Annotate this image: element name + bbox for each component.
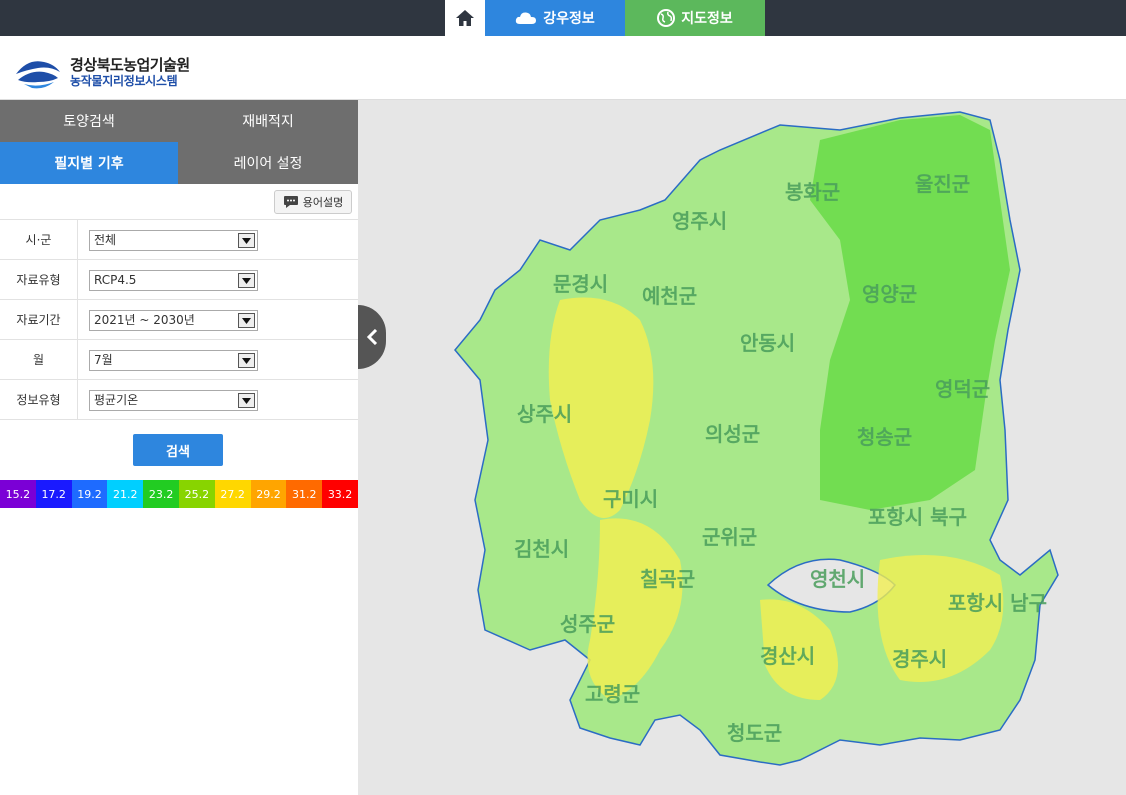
form-row-data-type: 자료유형 RCP4.5 bbox=[0, 260, 358, 300]
form-row-city: 시·군 전체 bbox=[0, 220, 358, 260]
period-select-value: 2021년 ~ 2030년 bbox=[94, 313, 195, 327]
chevron-down-icon bbox=[238, 273, 255, 288]
glossary-label: 용어설명 bbox=[302, 196, 344, 209]
legend-item: 31.2 bbox=[286, 480, 323, 508]
speech-bubble-icon bbox=[283, 196, 298, 208]
map-region-label: 안동시 bbox=[740, 331, 796, 355]
month-select[interactable]: 7월 bbox=[89, 350, 258, 371]
chevron-down-icon bbox=[238, 353, 255, 368]
legend-item: 17.2 bbox=[35, 480, 72, 508]
data-type-select-value: RCP4.5 bbox=[94, 273, 137, 287]
legend-item: 29.2 bbox=[250, 480, 287, 508]
logo-icon bbox=[16, 61, 60, 89]
map-region-label: 포항시 남구 bbox=[948, 591, 1047, 615]
map-view[interactable] bbox=[358, 100, 1126, 795]
home-button[interactable] bbox=[445, 0, 485, 36]
chevron-down-icon bbox=[238, 233, 255, 248]
form-row-period: 자료기간 2021년 ~ 2030년 bbox=[0, 300, 358, 340]
map-region-label: 청송군 bbox=[857, 425, 913, 449]
map-region-label: 영덕군 bbox=[935, 377, 991, 401]
city-select-value: 전체 bbox=[94, 233, 117, 247]
home-icon bbox=[456, 10, 474, 26]
map-region-label: 경주시 bbox=[892, 647, 948, 671]
legend-item: 33.2 bbox=[322, 480, 358, 508]
map-region-label: 군위군 bbox=[702, 525, 758, 549]
glossary-button[interactable]: 용어설명 bbox=[274, 190, 352, 214]
system-name: 농작물지리정보시스템 bbox=[70, 74, 178, 88]
legend-item: 19.2 bbox=[71, 480, 108, 508]
tab-layer-settings[interactable]: 레이어 설정 bbox=[178, 142, 358, 184]
rain-info-tab[interactable]: 강우정보 bbox=[485, 0, 625, 36]
form-row-month: 월 7월 bbox=[0, 340, 358, 380]
globe-icon bbox=[657, 9, 676, 27]
gyeongbuk-map[interactable] bbox=[358, 100, 1126, 795]
map-region-label: 영천시 bbox=[810, 567, 866, 591]
search-form: 시·군 전체 자료유형 RCP4.5 자료기간 2021년 ~ 2030년 월 … bbox=[0, 219, 358, 420]
map-region-label: 의성군 bbox=[705, 422, 761, 446]
map-region-label: 청도군 bbox=[727, 721, 783, 745]
map-region-label: 문경시 bbox=[553, 272, 609, 296]
rain-info-label: 강우정보 bbox=[543, 11, 595, 27]
map-region-label: 구미시 bbox=[603, 487, 659, 511]
legend-item: 25.2 bbox=[178, 480, 215, 508]
period-label: 자료기간 bbox=[0, 300, 78, 339]
info-type-select-value: 평균기온 bbox=[94, 393, 139, 407]
map-info-label: 지도정보 bbox=[681, 11, 733, 27]
map-info-tab[interactable]: 지도정보 bbox=[625, 0, 765, 36]
search-button[interactable]: 검색 bbox=[133, 434, 223, 466]
chevron-left-icon bbox=[366, 329, 378, 345]
map-region-label: 봉화군 bbox=[785, 180, 841, 204]
map-region-label: 상주시 bbox=[517, 402, 573, 426]
month-label: 월 bbox=[0, 340, 78, 379]
legend-item: 15.2 bbox=[0, 480, 36, 508]
cloud-icon bbox=[516, 12, 537, 24]
map-region-label: 포항시 북구 bbox=[868, 505, 967, 529]
legend-item: 27.2 bbox=[214, 480, 251, 508]
map-region-label: 고령군 bbox=[585, 682, 641, 706]
map-region-label: 영주시 bbox=[672, 209, 728, 233]
month-select-value: 7월 bbox=[94, 353, 113, 367]
map-region-label: 칠곡군 bbox=[640, 567, 696, 591]
chevron-down-icon bbox=[238, 393, 255, 408]
legend-item: 23.2 bbox=[143, 480, 179, 508]
map-region-label: 경산시 bbox=[760, 644, 816, 668]
period-select[interactable]: 2021년 ~ 2030년 bbox=[89, 310, 258, 331]
tab-cultivation-suitability[interactable]: 재배적지 bbox=[178, 100, 358, 142]
data-type-select[interactable]: RCP4.5 bbox=[89, 270, 258, 291]
map-region-label: 울진군 bbox=[915, 172, 971, 196]
map-region-label: 예천군 bbox=[642, 284, 698, 308]
legend-item: 21.2 bbox=[107, 480, 144, 508]
tab-soil-search[interactable]: 토양검색 bbox=[0, 100, 178, 142]
chevron-down-icon bbox=[238, 313, 255, 328]
tab-parcel-climate[interactable]: 필지별 기후 bbox=[0, 142, 178, 184]
map-region-label: 영양군 bbox=[862, 282, 918, 306]
temperature-legend: 15.2 17.2 19.2 21.2 23.2 25.2 27.2 29.2 31.2 33.2 bbox=[0, 480, 358, 508]
city-select[interactable]: 전체 bbox=[89, 230, 258, 251]
data-type-label: 자료유형 bbox=[0, 260, 78, 299]
info-type-select[interactable]: 평균기온 bbox=[89, 390, 258, 411]
form-row-info-type: 정보유형 평균기온 bbox=[0, 380, 358, 420]
city-label: 시·군 bbox=[0, 220, 78, 259]
map-region-label: 성주군 bbox=[560, 612, 616, 636]
info-type-label: 정보유형 bbox=[0, 380, 78, 419]
map-region-label: 김천시 bbox=[514, 537, 570, 561]
